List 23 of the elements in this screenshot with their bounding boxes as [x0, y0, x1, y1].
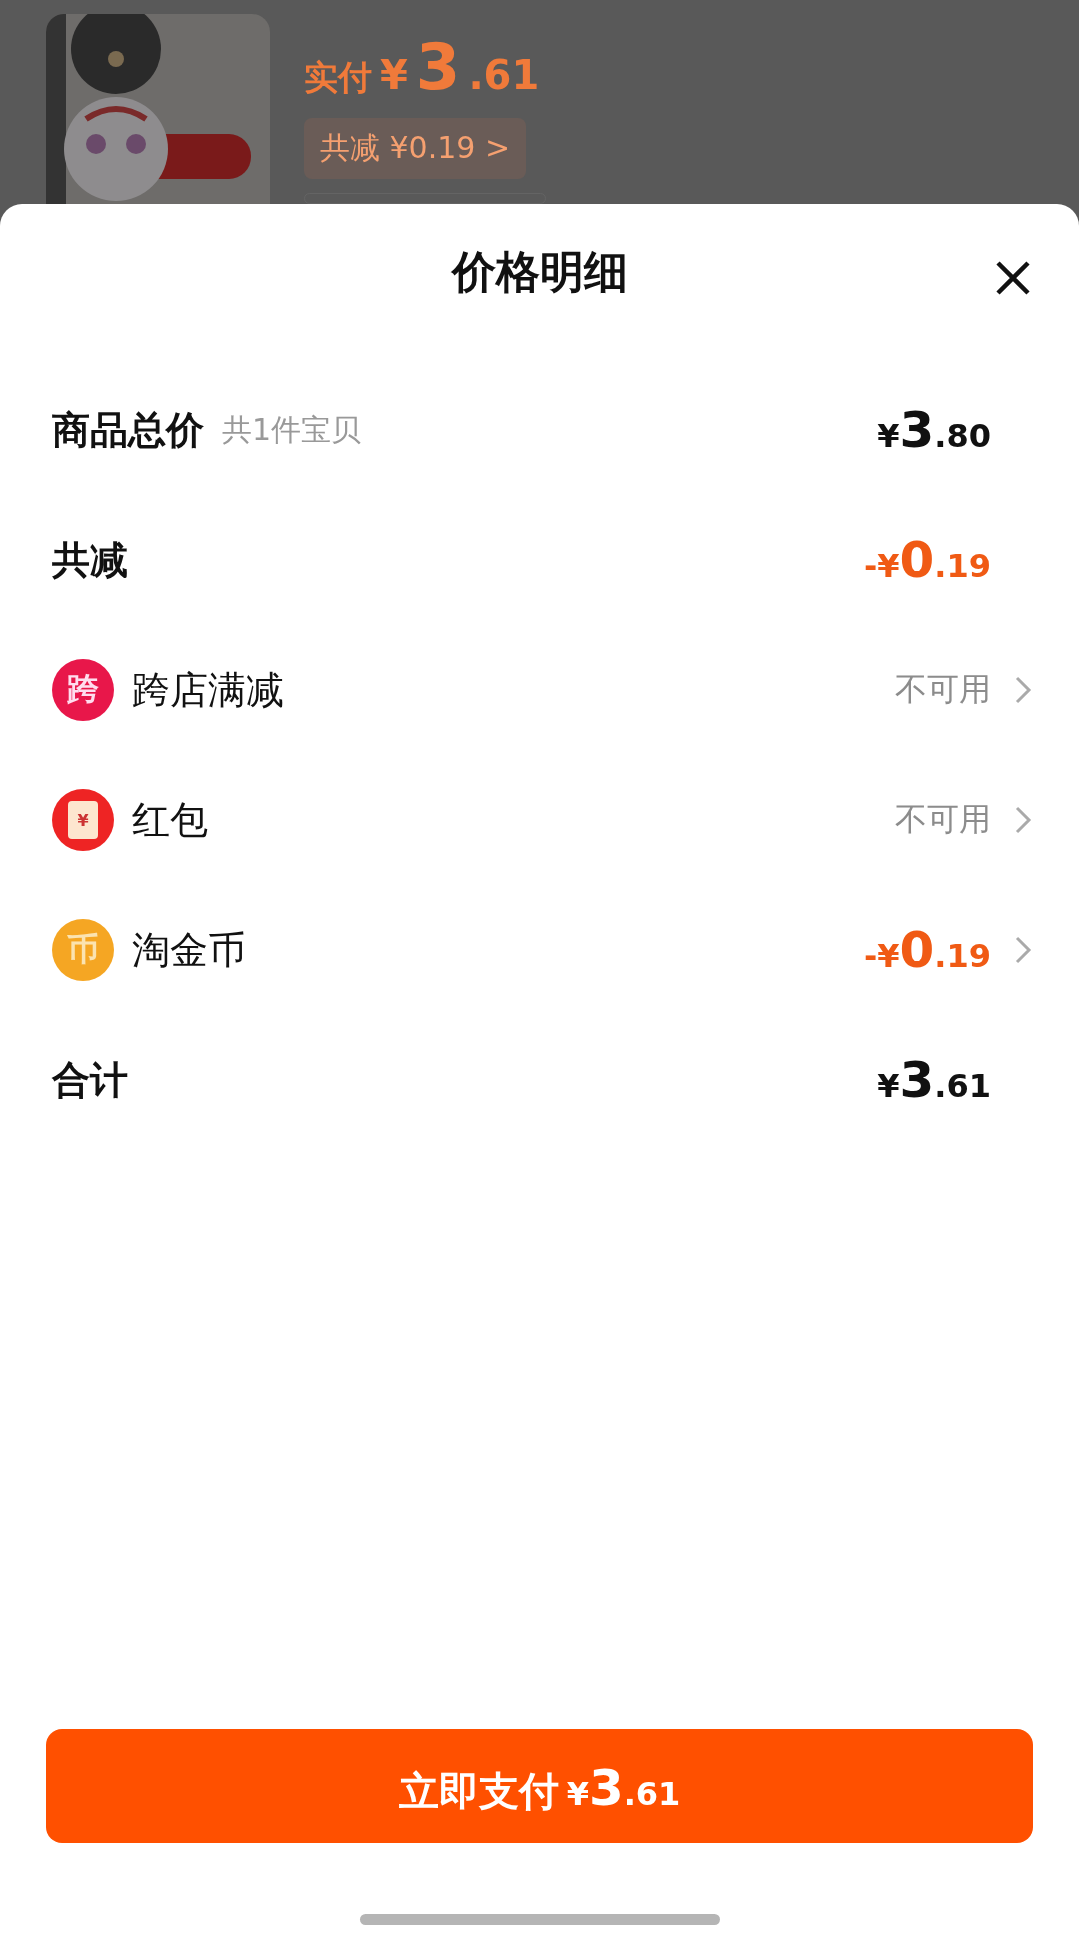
status-text[interactable]: 不可用 [895, 668, 991, 712]
row-label: 跨店满减 [132, 666, 284, 714]
coin-icon: 币 [52, 919, 114, 981]
price-text: -¥0.19 [863, 921, 991, 979]
status-text[interactable]: 不可用 [895, 798, 991, 842]
row-label: 合计 [52, 1056, 128, 1104]
price-text: -¥0.19 [863, 531, 991, 589]
discount-pill[interactable]: 共减 ¥0.19 > [304, 118, 527, 179]
price-text: ¥3.61 [877, 1051, 991, 1109]
row-label: 共减 [52, 536, 128, 584]
envelope-icon: ¥ [52, 789, 114, 851]
row-label: 商品总价 [52, 406, 204, 454]
paid-price: 实付 ¥3.61 [304, 30, 541, 104]
row-label: 红包 [132, 796, 208, 844]
item-count: 共1件宝贝 [222, 410, 362, 449]
row-label: 淘金币 [132, 926, 246, 974]
chevron-icon[interactable] [1013, 804, 1033, 836]
badge-icon: 跨 [52, 659, 114, 721]
price-text: ¥3.80 [877, 401, 991, 459]
chevron-icon[interactable] [1013, 934, 1033, 966]
chevron-icon[interactable] [1013, 674, 1033, 706]
sheet-title: 价格明细 [451, 244, 628, 299]
pay-button[interactable]: 立即支付 ¥3.61 [46, 1729, 1033, 1843]
